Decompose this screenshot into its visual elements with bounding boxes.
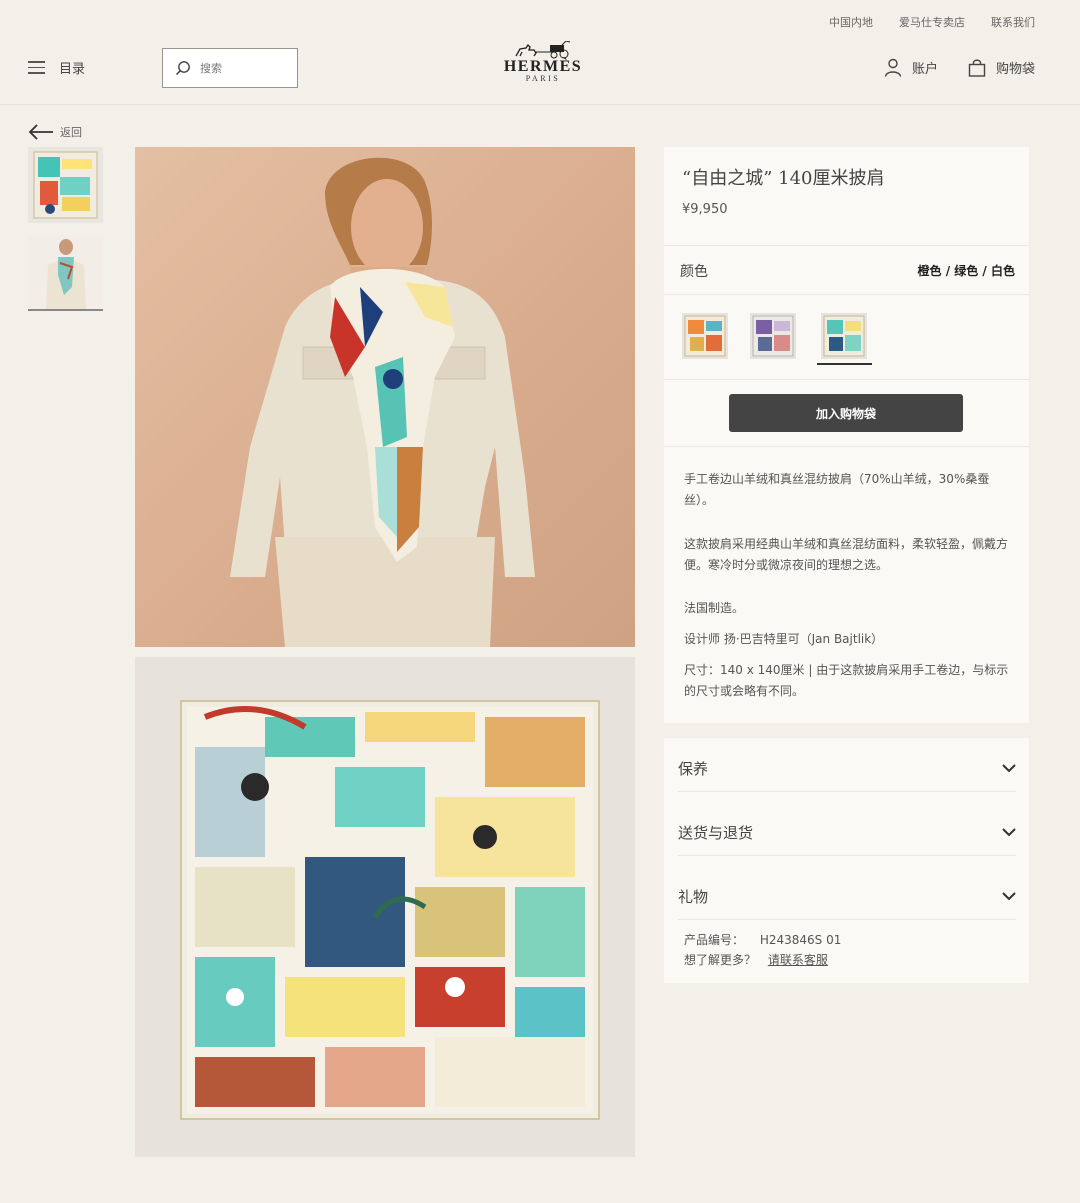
swatch-image bbox=[684, 315, 726, 357]
chevron-down-icon bbox=[1002, 764, 1016, 773]
divider bbox=[664, 379, 1029, 380]
accordion-care[interactable]: 保养 bbox=[678, 746, 1016, 792]
divider bbox=[664, 446, 1029, 447]
color-swatch-orange[interactable] bbox=[682, 313, 728, 359]
model-wearing-scarf-illustration bbox=[230, 157, 535, 647]
designer-text: 设计师 扬·巴吉特里可（Jan Bajtlik） bbox=[684, 632, 884, 646]
reference-value: H243846S 01 bbox=[759, 933, 842, 947]
accordion-gift[interactable]: 礼物 bbox=[678, 874, 1016, 920]
swatch-image bbox=[823, 315, 865, 357]
more-info-label: 想了解更多？ bbox=[684, 953, 757, 967]
made-in-text: 法国制造。 bbox=[684, 601, 745, 615]
product-model-image bbox=[135, 147, 635, 647]
color-label: 颜色 bbox=[680, 264, 708, 280]
scarf-thumbnail-image bbox=[33, 151, 98, 219]
menu-label: 目录 bbox=[59, 62, 86, 77]
selected-swatch-indicator bbox=[817, 363, 872, 365]
product-price: ¥9,950 bbox=[682, 202, 728, 217]
product-title: “自由之城” 140厘米披肩 bbox=[682, 168, 885, 189]
color-swatch-green[interactable] bbox=[821, 313, 867, 359]
chevron-down-icon bbox=[1002, 892, 1016, 901]
thumbnail-scarf[interactable] bbox=[28, 147, 103, 223]
contact-customer-service-link[interactable]: 请联系客服 bbox=[768, 953, 828, 967]
stores-link[interactable]: 爱马仕专卖店 bbox=[899, 14, 965, 30]
accordion-shipping-returns[interactable]: 送货与退货 bbox=[678, 810, 1016, 856]
scarf-pattern-illustration bbox=[180, 700, 600, 1120]
search-input[interactable] bbox=[200, 61, 280, 75]
search-box[interactable] bbox=[162, 48, 298, 88]
bag-label: 购物袋 bbox=[995, 62, 1035, 77]
accordion-shipping-label: 送货与退货 bbox=[678, 824, 754, 842]
shopping-bag-button[interactable]: 购物袋 bbox=[968, 58, 1035, 77]
menu-button[interactable]: 目录 bbox=[28, 58, 85, 77]
horse-carriage-icon bbox=[515, 41, 571, 59]
scarf-flat-image bbox=[135, 657, 635, 1157]
chevron-down-icon bbox=[1002, 828, 1016, 837]
product-info-accordion: 保养 送货与退货 礼物 产品编号： H243846S 01 想了解更多？ 请联系… bbox=[664, 738, 1029, 983]
product-details-card: “自由之城” 140厘米披肩 ¥9,950 颜色 橙色 / 绿色 / 白色 加入… bbox=[664, 147, 1029, 723]
search-icon bbox=[175, 61, 190, 76]
accordion-gift-label: 礼物 bbox=[678, 888, 709, 906]
arrow-left-icon bbox=[28, 124, 53, 140]
size-text: 尺寸：140 x 140厘米 | 由于这款披肩采用手工卷边，与标示的尺寸或会略有… bbox=[684, 663, 1009, 698]
shopping-bag-icon bbox=[968, 59, 986, 77]
header-actions: 账户 购物袋 bbox=[884, 58, 1035, 77]
accordion-care-label: 保养 bbox=[678, 760, 709, 778]
product-description-detail: 这款披肩采用经典山羊绒和真丝混纺面料，柔软轻盈，佩戴方便。寒冷时分或微凉夜间的理… bbox=[684, 537, 1009, 572]
site-header: 中国内地 爱马仕专卖店 联系我们 目录 HERMÈS PARIS bbox=[0, 0, 1080, 105]
add-to-bag-button[interactable]: 加入购物袋 bbox=[729, 394, 963, 432]
divider bbox=[664, 294, 1029, 295]
account-label: 账户 bbox=[911, 62, 938, 77]
reference-label: 产品编号： bbox=[684, 933, 745, 947]
selected-color-value: 橙色 / 绿色 / 白色 bbox=[917, 264, 1015, 278]
user-icon bbox=[884, 58, 902, 77]
back-link[interactable]: 返回 bbox=[28, 124, 82, 140]
back-label: 返回 bbox=[60, 126, 82, 139]
divider bbox=[664, 245, 1029, 246]
color-swatch-purple[interactable] bbox=[750, 313, 796, 359]
account-button[interactable]: 账户 bbox=[884, 58, 938, 77]
thumbnail-model[interactable] bbox=[28, 235, 103, 311]
product-description: 手工卷边山羊绒和真丝混纺披肩（70%山羊绒，30%桑蚕丝）。 bbox=[684, 472, 990, 507]
swatch-image bbox=[752, 315, 794, 357]
region-link[interactable]: 中国内地 bbox=[829, 14, 873, 30]
product-reference: 产品编号： H243846S 01 bbox=[684, 930, 841, 950]
model-thumbnail-image bbox=[28, 235, 103, 309]
hermes-logo[interactable]: HERMÈS PARIS bbox=[500, 41, 586, 93]
contact-help: 想了解更多？ 请联系客服 bbox=[684, 950, 828, 970]
contact-link[interactable]: 联系我们 bbox=[991, 14, 1035, 30]
hamburger-icon bbox=[28, 61, 45, 74]
utility-links: 中国内地 爱马仕专卖店 联系我们 bbox=[829, 14, 1035, 30]
